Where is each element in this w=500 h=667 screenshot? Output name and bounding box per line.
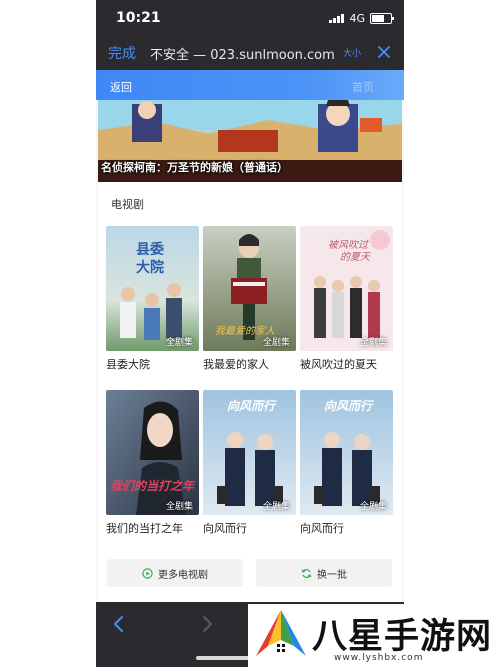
watermark-title: 八星手游网 xyxy=(312,617,493,657)
poster-image: 被风吹过 的夏天 全剧集 xyxy=(300,226,393,351)
watermark-url: www.lyshbx.com xyxy=(334,653,424,663)
poster-image: 我们的当打之年 全剧集 xyxy=(106,390,199,515)
more-tv-label: 更多电视剧 xyxy=(158,569,208,581)
poster-image: 我最爱的家人 全剧集 xyxy=(203,226,296,351)
svg-text:的夏天: 的夏天 xyxy=(340,251,371,263)
status-indicators: 4G xyxy=(329,11,394,25)
poster-image: 向风而行 全剧集 xyxy=(300,390,393,515)
home-link[interactable]: 首页 xyxy=(352,79,374,95)
done-button[interactable]: 完成 xyxy=(108,43,136,63)
svg-text:向风而行: 向风而行 xyxy=(324,399,374,413)
back-link[interactable]: 返回 xyxy=(110,79,132,95)
svg-text:向风而行: 向风而行 xyxy=(227,399,277,413)
play-circle-icon xyxy=(142,567,153,579)
refresh-label: 换一批 xyxy=(317,569,347,581)
tv-card[interactable]: 我们的当打之年 全剧集 我们的当打之年 xyxy=(106,390,199,536)
card-title: 我们的当打之年 xyxy=(106,522,183,535)
poster-badge: 全剧集 xyxy=(262,502,290,512)
text-size-button[interactable]: 大小 xyxy=(343,46,361,59)
forward-arrow-icon[interactable] xyxy=(200,615,214,637)
network-label: 4G xyxy=(349,11,365,25)
tv-card[interactable]: 县委 大院 全剧集 县委大院 xyxy=(106,226,199,372)
watermark-logo xyxy=(256,610,306,656)
poster-badge: 全剧集 xyxy=(262,338,290,348)
svg-text:我们的当打之年: 我们的当打之年 xyxy=(110,479,196,493)
card-title: 向风而行 xyxy=(203,522,247,535)
card-title: 我最爱的家人 xyxy=(203,358,269,371)
refresh-icon xyxy=(301,568,312,578)
tv-card[interactable]: 向风而行 全剧集 向风而行 xyxy=(300,390,393,536)
tv-card[interactable]: 向风而行 全剧集 向风而行 xyxy=(203,390,296,536)
svg-text:大院: 大院 xyxy=(136,259,164,276)
battery-icon xyxy=(370,12,394,24)
poster-badge: 全剧集 xyxy=(359,502,387,512)
poster-badge: 全剧集 xyxy=(359,338,387,348)
card-title: 被风吹过的夏天 xyxy=(300,358,377,371)
poster-image: 向风而行 全剧集 xyxy=(203,390,296,515)
site-header: 返回 首页 xyxy=(96,70,404,100)
banner-caption: 名侦探柯南：万圣节的新娘（普通话） xyxy=(101,161,288,174)
tv-card[interactable]: 被风吹过 的夏天 全剧集 被风吹过的夏天 xyxy=(300,226,393,372)
svg-text:县委: 县委 xyxy=(136,241,164,258)
tv-section: 电视剧 县委 大院 全剧集 县委大院 我最爱的家人 全剧集 我最爱的家人 被风吹… xyxy=(98,182,402,602)
card-title: 向风而行 xyxy=(300,522,344,535)
poster-image: 县委 大院 全剧集 xyxy=(106,226,199,351)
poster-badge: 全剧集 xyxy=(165,338,193,348)
status-bar: 10:21 4G xyxy=(96,0,404,36)
watermark: 八星手游网 www.lyshbx.com xyxy=(248,604,500,667)
svg-text:被风吹过: 被风吹过 xyxy=(328,239,369,251)
section-title: 电视剧 xyxy=(111,198,144,211)
close-icon[interactable] xyxy=(374,41,394,63)
phone-screen: 10:21 4G 完成 不安全 — 023.sunlmoon.com 大小 返回… xyxy=(96,0,404,667)
browser-url-bar: 完成 不安全 — 023.sunlmoon.com 大小 xyxy=(96,36,404,70)
back-arrow-icon[interactable] xyxy=(112,615,126,637)
refresh-button[interactable]: 换一批 xyxy=(256,559,392,587)
url-field[interactable]: 不安全 — 023.sunlmoon.com xyxy=(150,44,335,63)
signal-icon xyxy=(329,13,345,23)
banner[interactable]: 名侦探柯南：万圣节的新娘（普通话） xyxy=(98,100,402,182)
tv-card[interactable]: 我最爱的家人 全剧集 我最爱的家人 xyxy=(203,226,296,372)
card-title: 县委大院 xyxy=(106,358,150,371)
status-time: 10:21 xyxy=(116,10,161,26)
more-tv-button[interactable]: 更多电视剧 xyxy=(107,559,243,587)
poster-badge: 全剧集 xyxy=(165,502,193,512)
